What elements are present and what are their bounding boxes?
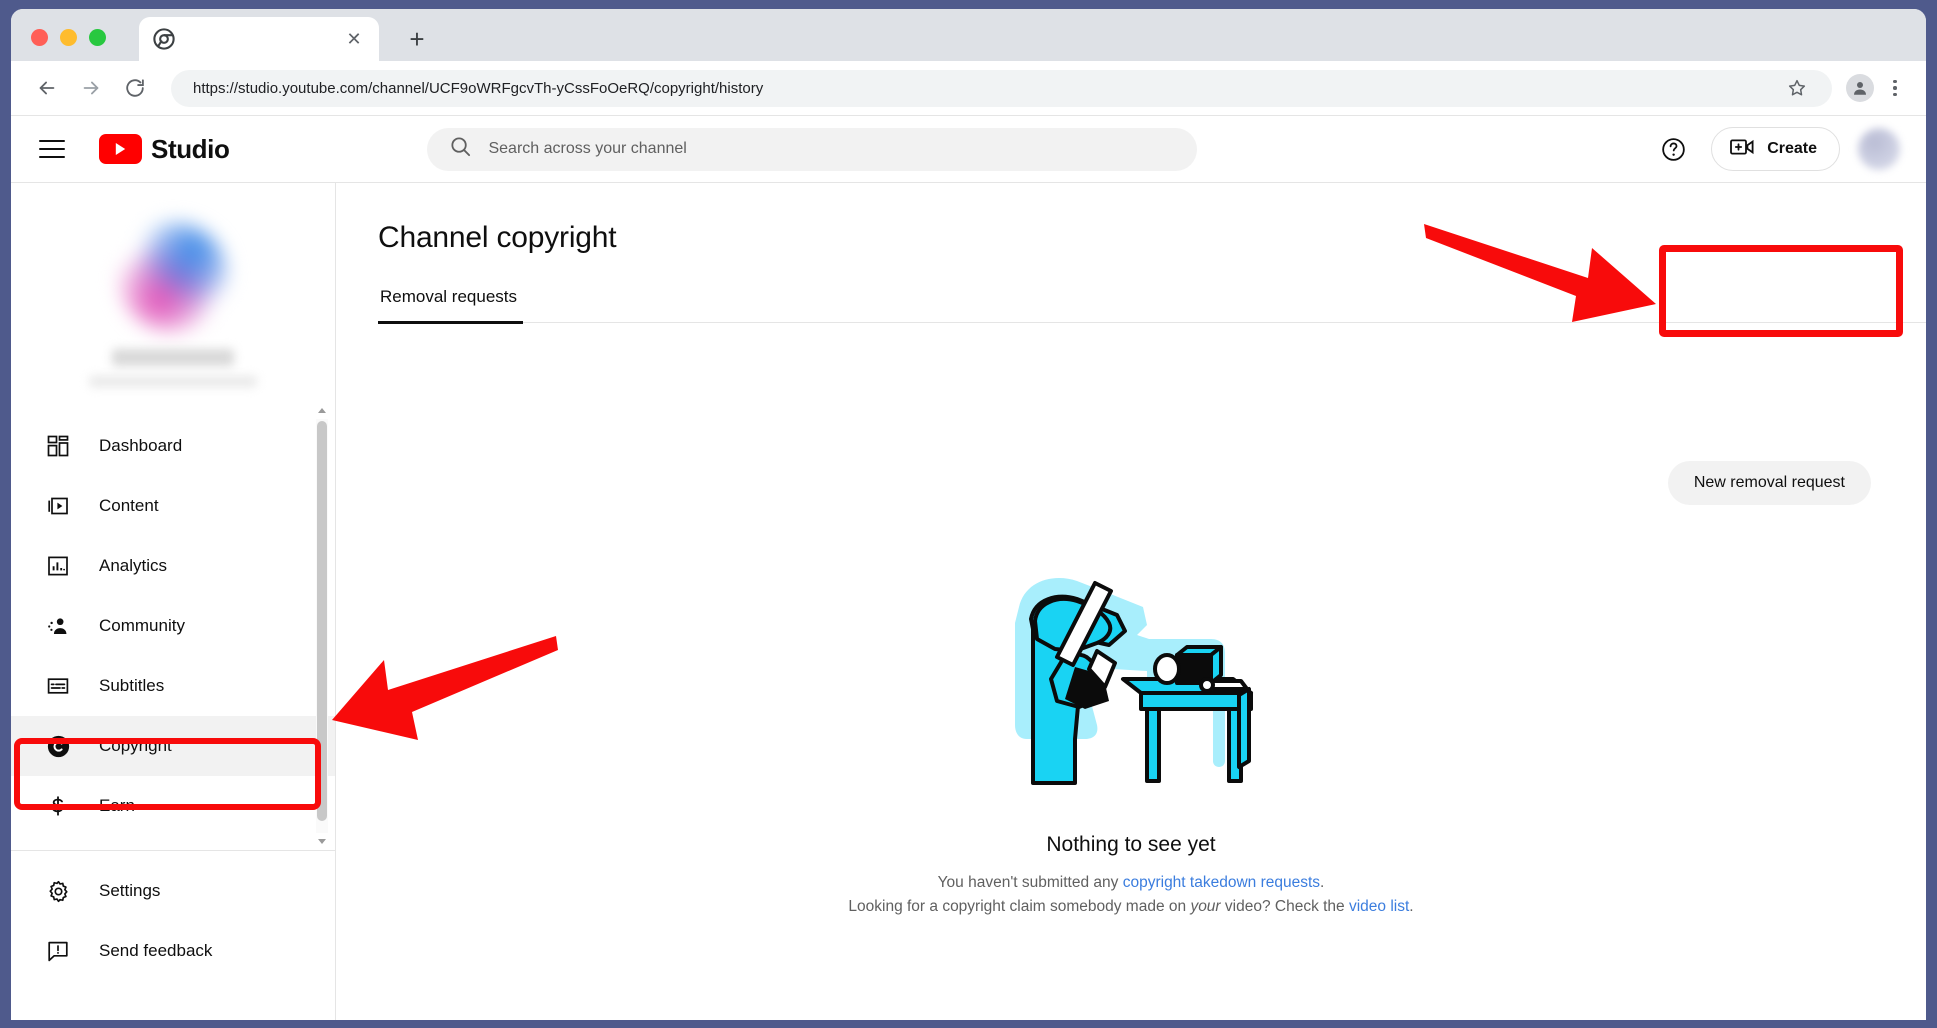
tab-removal-requests[interactable]: Removal requests (378, 287, 524, 324)
scroll-up-arrow[interactable] (318, 408, 326, 413)
forward-arrow-icon[interactable] (71, 68, 111, 108)
sidebar-item-label: Settings (99, 881, 161, 900)
line1-suffix: . (1320, 874, 1325, 891)
sidebar-item-subtitles[interactable]: Subtitles (11, 656, 335, 716)
empty-state-line-2: Looking for a copyright claim somebody m… (848, 895, 1413, 919)
empty-state-line-1: You haven't submitted any copyright take… (848, 871, 1413, 895)
reload-icon[interactable] (115, 68, 155, 108)
gear-icon (45, 878, 71, 904)
sidebar-scrollbar[interactable] (316, 405, 328, 847)
address-bar[interactable]: https://studio.youtube.com/channel/UCF9o… (171, 69, 1832, 107)
empty-state-description: You haven't submitted any copyright take… (848, 871, 1413, 919)
line2-suffix: . (1409, 898, 1414, 916)
sidebar-item-label: Copyright (99, 736, 172, 755)
content-tabs: Removal requests (378, 287, 1926, 324)
copyright-takedown-requests-link[interactable]: copyright takedown requests (1123, 874, 1320, 891)
back-arrow-icon[interactable] (27, 68, 67, 108)
url-text: https://studio.youtube.com/channel/UCF9o… (193, 79, 764, 97)
sidebar: Dashboard Content Analytics Community Su… (11, 183, 336, 1020)
browser-toolbar: https://studio.youtube.com/channel/UCF9o… (11, 61, 1926, 115)
sidebar-nav-list: Dashboard Content Analytics Community Su… (11, 411, 335, 981)
create-button-label: Create (1767, 140, 1817, 157)
search-wrapper: Search across your channel (427, 127, 1198, 171)
help-question-icon[interactable] (1653, 129, 1693, 169)
studio-logo[interactable]: Studio (99, 133, 230, 165)
line2-emphasis: your (1190, 898, 1221, 916)
youtube-studio-app: Studio Search across your channel Create… (11, 115, 1926, 1020)
dashboard-icon (45, 433, 71, 459)
chrome-icon (153, 28, 175, 50)
toolbar-right-cluster (1846, 71, 1910, 105)
sidebar-item-send-feedback[interactable]: Send feedback (11, 921, 335, 981)
studio-header: Studio Search across your channel Create (11, 116, 1926, 183)
screenshot-root: ✕ + https://studio.youtube.com/channel/U… (0, 0, 1937, 1028)
content-video-icon (45, 493, 71, 519)
new-tab-button[interactable]: + (401, 23, 433, 55)
sidebar-item-content[interactable]: Content (11, 476, 335, 536)
main-content: Channel copyright Removal requests New r… (336, 183, 1926, 1020)
sidebar-item-label: Analytics (99, 556, 168, 575)
line2-part1: Looking for a copyright claim somebody m… (848, 898, 1191, 916)
channel-name (112, 349, 234, 366)
create-button[interactable]: Create (1711, 127, 1840, 171)
sidebar-item-settings[interactable]: Settings (11, 861, 335, 921)
close-window-button[interactable] (31, 29, 48, 46)
studio-logo-text: Studio (151, 133, 230, 164)
studio-body: Dashboard Content Analytics Community Su… (11, 183, 1926, 1020)
line2-part2: video? Check the (1220, 898, 1349, 916)
channel-handle (89, 376, 257, 387)
browser-window: ✕ + https://studio.youtube.com/channel/U… (11, 9, 1926, 1020)
minimize-window-button[interactable] (60, 29, 77, 46)
sidebar-item-earn[interactable]: Earn (11, 776, 335, 836)
channel-block[interactable] (11, 183, 335, 411)
window-traffic-lights[interactable] (31, 29, 106, 46)
maximize-window-button[interactable] (89, 29, 106, 46)
create-video-icon (1730, 137, 1756, 162)
tabs-filler (523, 287, 1926, 322)
sidebar-item-community[interactable]: Community (11, 596, 335, 656)
empty-state: Nothing to see yet You haven't submitted… (336, 563, 1926, 919)
kebab-menu-icon[interactable] (1880, 71, 1910, 105)
search-icon (449, 135, 472, 163)
account-icon[interactable] (1846, 74, 1874, 102)
scrollbar-thumb[interactable] (317, 421, 327, 821)
sidebar-item-analytics[interactable]: Analytics (11, 536, 335, 596)
sidebar-item-label: Content (99, 496, 159, 515)
community-people-icon (45, 613, 71, 639)
empty-state-title: Nothing to see yet (1046, 833, 1216, 856)
sidebar-item-dashboard[interactable]: Dashboard (11, 416, 335, 476)
video-list-link[interactable]: video list (1349, 898, 1409, 915)
analytics-bar-icon (45, 553, 71, 579)
sidebar-item-label: Community (99, 616, 185, 635)
dollar-icon (45, 793, 71, 819)
search-placeholder: Search across your channel (488, 140, 687, 157)
channel-avatar-blurred (117, 221, 229, 333)
search-input[interactable]: Search across your channel (427, 127, 1198, 171)
new-removal-request-button[interactable]: New removal request (1667, 461, 1871, 505)
sidebar-divider (11, 850, 335, 851)
line1-prefix: You haven't submitted any (937, 874, 1123, 891)
scroll-down-arrow[interactable] (318, 839, 326, 844)
browser-tab[interactable]: ✕ (139, 17, 379, 61)
studio-header-right: Create (1653, 127, 1900, 171)
youtube-play-icon (99, 134, 142, 164)
browser-tab-strip: ✕ + (11, 9, 1926, 61)
sidebar-item-label: Dashboard (99, 436, 183, 455)
copyright-icon (45, 733, 71, 759)
sidebar-item-label: Send feedback (99, 941, 213, 960)
sidebar-item-label: Earn (99, 796, 135, 815)
page-title: Channel copyright (378, 221, 617, 254)
subtitles-icon (45, 673, 71, 699)
star-icon[interactable] (1780, 71, 1814, 105)
close-icon[interactable]: ✕ (343, 28, 365, 50)
sidebar-item-copyright[interactable]: Copyright (11, 716, 335, 776)
avatar[interactable] (1858, 128, 1900, 170)
feedback-icon (45, 938, 71, 964)
hamburger-icon[interactable] (39, 140, 65, 158)
sidebar-item-label: Subtitles (99, 676, 165, 695)
person-filming-camera-illustration (991, 563, 1271, 811)
